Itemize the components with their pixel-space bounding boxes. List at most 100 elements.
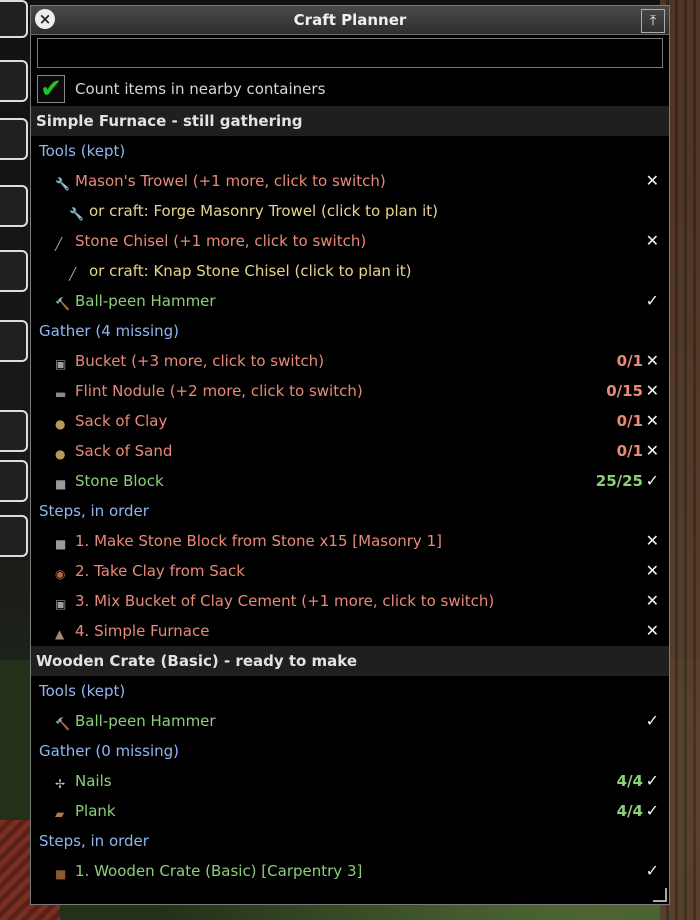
health-icon[interactable]: [0, 118, 28, 160]
item-name: Nails: [75, 772, 112, 790]
steps-section-label: Steps, in order: [39, 832, 149, 850]
ready-check-icon: ✓: [645, 471, 659, 490]
plan-list: Simple Furnace - still gathering Tools (k…: [31, 106, 669, 886]
ready-check-icon: ✓: [645, 291, 659, 310]
tools-section-label: Tools (kept): [39, 142, 126, 160]
ready-check-icon: ✓: [645, 861, 659, 880]
list-item[interactable]: ╱ or craft: Knap Stone Chisel (click to p…: [31, 256, 669, 286]
count-nearby-row[interactable]: ✔ Count items in nearby containers: [37, 74, 325, 104]
list-item[interactable]: ▬ Flint Nodule (+2 more, click to switch)…: [31, 376, 669, 406]
list-item[interactable]: ╱ Stone Chisel (+1 more, click to switch)…: [31, 226, 669, 256]
list-item[interactable]: ■ Stone Block 25/25 ✓: [31, 466, 669, 496]
count-nearby-label: Count items in nearby containers: [75, 80, 326, 98]
item-name: 1. Wooden Crate (Basic) [Carpentry 3]: [75, 862, 363, 880]
list-item[interactable]: 🔨 Ball-peen Hammer ✓: [31, 706, 669, 736]
item-name: or craft: Knap Stone Chisel (click to pl…: [89, 262, 412, 280]
list-item[interactable]: ✢ Nails 4/4 ✓: [31, 766, 669, 796]
list-item[interactable]: 🔨 Ball-peen Hammer ✓: [31, 286, 669, 316]
list-item[interactable]: ▣ 3. Mix Bucket of Clay Cement (+1 more, …: [31, 586, 669, 616]
journal-icon[interactable]: [0, 515, 28, 557]
stone-block-icon: ■: [55, 537, 67, 551]
item-name: Mason's Trowel (+1 more, click to switch…: [75, 172, 386, 190]
bucket-icon: ▣: [55, 597, 67, 611]
item-quantity: 0/1: [616, 412, 643, 430]
resize-handle[interactable]: [653, 888, 667, 902]
missing-x-icon: ✕: [645, 531, 659, 550]
sack-icon: ●: [55, 417, 66, 431]
list-item[interactable]: ● Sack of Sand 0/1 ✕: [31, 436, 669, 466]
craft-planner-window: × Craft Planner ⤒ ✔ Count items in nearb…: [30, 5, 670, 905]
list-item[interactable]: ◉ 2. Take Clay from Sack ✕: [31, 556, 669, 586]
item-quantity: 0/1: [616, 352, 643, 370]
inventory-icon[interactable]: [0, 60, 28, 102]
item-quantity: 25/25: [595, 472, 643, 490]
cooking-icon[interactable]: [0, 250, 28, 292]
item-name: 3. Mix Bucket of Clay Cement (+1 more, c…: [75, 592, 495, 610]
hammer-icon: 🔨: [55, 717, 70, 731]
missing-x-icon: ✕: [645, 351, 659, 370]
item-quantity: 4/4: [616, 802, 643, 820]
item-quantity: 0/1: [616, 442, 643, 460]
plank-icon: ▰: [55, 807, 65, 821]
steps-section-label: Steps, in order: [39, 502, 149, 520]
pin-button[interactable]: ⤒: [641, 9, 665, 33]
map-icon[interactable]: [0, 320, 28, 362]
clay-icon: ◉: [55, 567, 66, 581]
left-toolbar: [0, 0, 30, 560]
window-title: Craft Planner: [293, 11, 407, 29]
item-name: Ball-peen Hammer: [75, 712, 216, 730]
list-item[interactable]: ● Sack of Clay 0/1 ✕: [31, 406, 669, 436]
ready-check-icon: ✓: [645, 711, 659, 730]
missing-x-icon: ✕: [645, 231, 659, 250]
list-item[interactable]: ▰ Plank 4/4 ✓: [31, 796, 669, 826]
nails-icon: ✢: [55, 777, 66, 791]
list-item[interactable]: ■ 1. Wooden Crate (Basic) [Carpentry 3] ✓: [31, 856, 669, 886]
ready-check-icon: ✓: [645, 771, 659, 790]
crate-icon: ■: [55, 867, 67, 881]
search-icon[interactable]: [0, 410, 28, 452]
count-nearby-checkbox[interactable]: ✔: [37, 75, 65, 103]
circle-icon[interactable]: [0, 0, 28, 38]
trowel-icon: 🔧: [69, 207, 84, 221]
missing-x-icon: ✕: [645, 441, 659, 460]
plan-header[interactable]: Wooden Crate (Basic) - ready to make: [31, 646, 669, 676]
sack-icon: ●: [55, 447, 66, 461]
chisel-icon: ╱: [55, 237, 63, 251]
tools-section-label: Tools (kept): [39, 682, 126, 700]
list-item[interactable]: ▲ 4. Simple Furnace ✕: [31, 616, 669, 646]
item-name: 1. Make Stone Block from Stone x15 [Maso…: [75, 532, 442, 550]
missing-x-icon: ✕: [645, 171, 659, 190]
missing-x-icon: ✕: [645, 591, 659, 610]
item-quantity: 0/15: [606, 382, 643, 400]
item-name: Stone Chisel (+1 more, click to switch): [75, 232, 367, 250]
missing-x-icon: ✕: [645, 621, 659, 640]
flint-icon: ▬: [55, 387, 67, 401]
ready-check-icon: ✓: [645, 801, 659, 820]
title-bar[interactable]: × Craft Planner ⤒: [31, 6, 669, 35]
missing-x-icon: ✕: [645, 381, 659, 400]
furnace-icon: ▲: [55, 627, 65, 641]
item-name: 4. Simple Furnace: [75, 622, 210, 640]
item-quantity: 4/4: [616, 772, 643, 790]
crafting-icon[interactable]: [0, 185, 28, 227]
item-name: Flint Nodule (+2 more, click to switch): [75, 382, 363, 400]
hammer-icon: 🔨: [55, 297, 70, 311]
list-item[interactable]: ▣ Bucket (+3 more, click to switch) 0/1 ✕: [31, 346, 669, 376]
stone-block-icon: ■: [55, 477, 67, 491]
bucket-icon: ▣: [55, 357, 67, 371]
chisel-icon: ╱: [69, 267, 77, 281]
search-input[interactable]: [37, 38, 663, 68]
missing-x-icon: ✕: [645, 411, 659, 430]
list-item[interactable]: 🔧 Mason's Trowel (+1 more, click to switc…: [31, 166, 669, 196]
plan-header[interactable]: Simple Furnace - still gathering: [31, 106, 669, 136]
missing-x-icon: ✕: [645, 561, 659, 580]
list-item[interactable]: ■ 1. Make Stone Block from Stone x15 [Mas…: [31, 526, 669, 556]
item-name: or craft: Forge Masonry Trowel (click to…: [89, 202, 438, 220]
item-name: Bucket (+3 more, click to switch): [75, 352, 325, 370]
list-item[interactable]: 🔧 or craft: Forge Masonry Trowel (click t…: [31, 196, 669, 226]
item-name: Plank: [75, 802, 116, 820]
character-icon[interactable]: [0, 460, 28, 502]
item-name: Stone Block: [75, 472, 164, 490]
item-name: Ball-peen Hammer: [75, 292, 216, 310]
item-name: Sack of Clay: [75, 412, 168, 430]
